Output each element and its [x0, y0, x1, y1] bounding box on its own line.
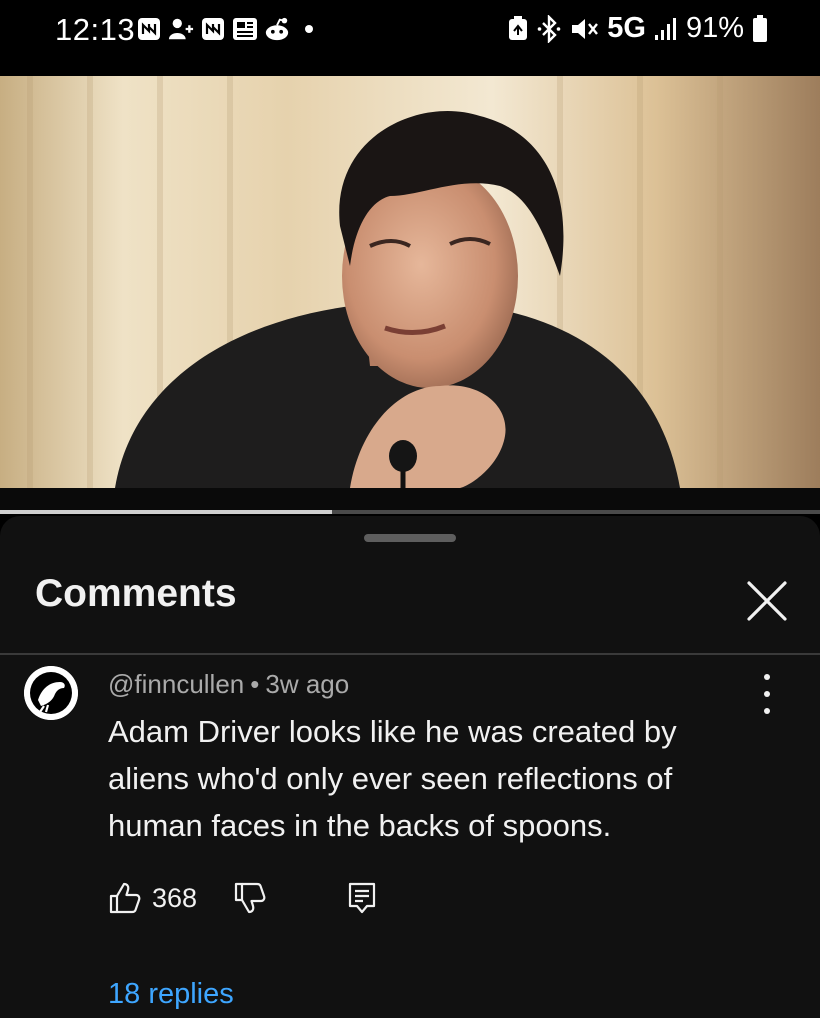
app-screen: 12:13 5G 91% Comments @finncullen • 3w a… [0, 0, 820, 1018]
avatar[interactable] [24, 666, 78, 720]
meta-separator: • [250, 669, 260, 699]
signal-icon [654, 17, 678, 41]
like-count: 368 [152, 882, 198, 913]
dot-icon [764, 691, 770, 697]
comments-panel: Comments @finncullen • 3w ago Adam Drive… [0, 516, 820, 1018]
notification-icons [136, 15, 322, 43]
nfc-icon [200, 15, 226, 43]
view-replies-link[interactable]: 18 replies [108, 978, 234, 1011]
comment-age: 3w ago [265, 669, 350, 699]
nfc-icon [136, 15, 162, 43]
network-label: 5G [607, 12, 646, 44]
thumbs-up-icon [109, 882, 141, 914]
more-options-button[interactable] [752, 674, 782, 714]
person-add-icon [168, 15, 194, 43]
comment-text: Adam Driver looks like he was created by… [108, 714, 677, 843]
video-bottom-bar [0, 488, 820, 512]
status-bar: 12:13 5G 91% [0, 0, 820, 76]
thumbs-down-icon [234, 882, 266, 914]
drag-handle[interactable] [364, 534, 456, 542]
dot-icon [296, 15, 322, 43]
close-icon [747, 581, 787, 621]
video-frame [0, 76, 820, 488]
reply-icon [348, 882, 376, 914]
battery-saver-icon [507, 15, 529, 42]
dislike-button[interactable] [233, 881, 267, 915]
reddit-icon [264, 15, 290, 43]
news-icon [232, 15, 258, 43]
close-button[interactable] [742, 576, 792, 626]
system-status: 5G 91% [507, 12, 768, 45]
battery-percent: 91% [685, 12, 744, 44]
dot-icon [764, 674, 770, 680]
status-time: 12:13 [55, 12, 136, 47]
comment-author[interactable]: @finncullen [108, 669, 244, 699]
like-button[interactable]: 368 [108, 881, 197, 915]
bird-avatar-icon [24, 666, 78, 720]
video-progress-track[interactable] [0, 510, 820, 514]
comment-meta: @finncullen • 3w ago [108, 669, 349, 700]
comments-title: Comments [35, 572, 237, 615]
header-divider [0, 653, 820, 655]
reply-button[interactable] [347, 881, 377, 915]
video-player[interactable] [0, 76, 820, 488]
comment-actions: 368 [108, 878, 377, 918]
battery-icon [752, 14, 768, 43]
dot-icon [764, 708, 770, 714]
bluetooth-icon [537, 14, 561, 43]
mute-icon [569, 15, 599, 43]
video-progress-fill [0, 510, 333, 514]
